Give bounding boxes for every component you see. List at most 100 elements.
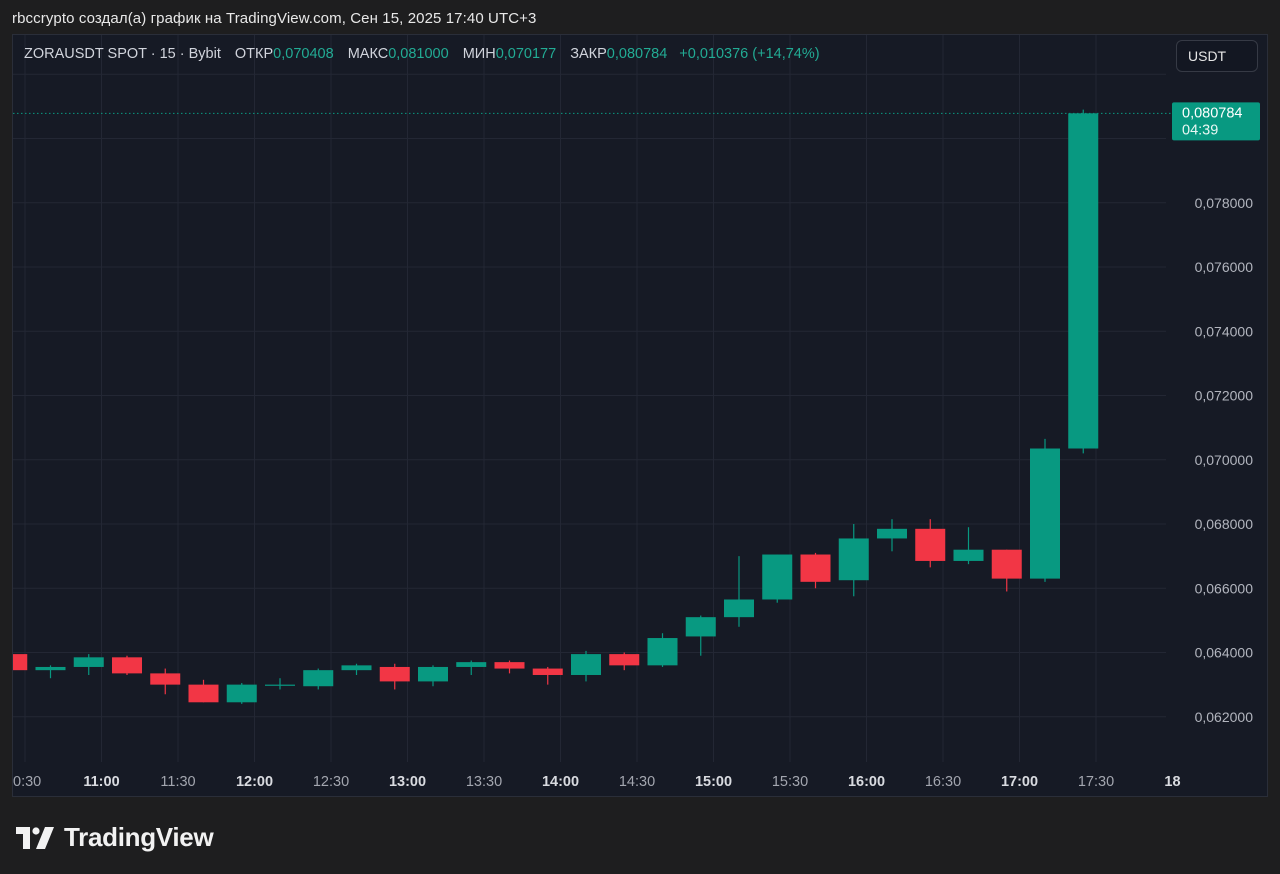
candle-body (838, 538, 869, 581)
candle-body (303, 670, 334, 687)
time-tick-label: 15:30 (772, 774, 808, 790)
candle-up (647, 633, 678, 667)
time-tick-label: 17:00 (1001, 774, 1038, 790)
ohlc-legend: ZORAUSDT SPOT · 15 · Bybit ОТКР0,070408 … (24, 46, 820, 62)
candle-body (915, 528, 946, 561)
currency-button[interactable]: USDT (1176, 40, 1258, 72)
candle-body (685, 617, 716, 637)
candle-up (953, 527, 984, 565)
price-tick-label: 0,072000 (1195, 388, 1254, 404)
candle-body (379, 666, 410, 682)
open-value: 0,070408 (273, 46, 334, 62)
last-price-label: 0,080784 (1182, 105, 1242, 121)
time-axis: 0:30 11:00 11:30 12:00 12:30 13:00 13:30 14:00 1… (13, 774, 1181, 790)
candle-body (265, 684, 295, 686)
price-tick-label: 0,078000 (1195, 195, 1254, 211)
candle-down (532, 666, 563, 685)
candle-countdown-label: 04:39 (1182, 122, 1218, 138)
candle-up (418, 665, 448, 687)
time-tick-label: 11:00 (83, 774, 119, 790)
high-value: 0,081000 (388, 46, 449, 62)
candle-body (112, 657, 142, 674)
candle-down (915, 519, 946, 568)
candle-body (762, 554, 793, 600)
candle-up (303, 668, 334, 690)
candle-body (150, 673, 181, 685)
candle-body (341, 665, 372, 671)
candle-body (877, 528, 907, 539)
candle-up (1030, 438, 1060, 582)
price-axis: 0,062000 0,064000 0,066000 0,068000 0,070000… (1195, 195, 1254, 725)
symbol-label: ZORAUSDT SPOT · 15 · Bybit (24, 46, 221, 62)
candle-body (609, 654, 640, 666)
price-tick-label: 0,068000 (1195, 516, 1254, 532)
candle-down (800, 552, 831, 589)
time-tick-label: 11:30 (160, 774, 195, 790)
time-tick-label: 15:00 (695, 774, 732, 790)
candle-down (494, 660, 525, 674)
candle-body (494, 662, 525, 669)
tradingview-logo: TradingView (16, 822, 214, 853)
candle-down (991, 549, 1022, 592)
candle-body (418, 666, 448, 682)
candle-body (188, 684, 219, 703)
low-value: 0,070177 (495, 46, 557, 62)
candle-up (456, 660, 487, 675)
price-tick-label: 0,066000 (1195, 580, 1254, 596)
candlestick-chart[interactable]: 0,062000 0,064000 0,066000 0,068000 0,070000… (0, 0, 1280, 874)
candle-body (724, 599, 754, 618)
price-tick-label: 0,074000 (1195, 323, 1254, 339)
candle-up (341, 663, 372, 675)
time-tick-label: 16:00 (848, 774, 885, 790)
candle-up (762, 554, 793, 603)
time-tick-label: 16:30 (925, 774, 961, 790)
candle-down (609, 652, 640, 671)
price-tick-label: 0,070000 (1195, 452, 1254, 468)
time-tick-label: 13:00 (389, 774, 426, 790)
candle-body (991, 549, 1022, 579)
candle-up (73, 654, 104, 675)
candle-body (226, 684, 257, 703)
candle-body (13, 654, 28, 671)
candle-body (1068, 113, 1099, 449)
candle-down (112, 655, 142, 675)
low-label: МИН (462, 46, 496, 62)
change-value: +0,010376 (+14,74%) (679, 46, 820, 62)
candle-body (953, 549, 984, 561)
candle-up (724, 556, 754, 627)
candle-body (73, 657, 104, 667)
chart-grid (13, 35, 1166, 762)
candle-down (150, 668, 181, 695)
candle-down (188, 679, 219, 703)
time-tick-label: 12:30 (313, 774, 349, 790)
candle-up (838, 524, 869, 597)
candle-body (571, 654, 601, 675)
candle-down (13, 654, 28, 671)
high-label: МАКС (347, 46, 389, 62)
close-label: ЗАКР (570, 46, 607, 62)
candle-body (35, 666, 66, 671)
candle-up (226, 683, 257, 704)
candle-body (800, 554, 831, 582)
candle-up (1068, 109, 1099, 454)
time-tick-label: 13:30 (466, 774, 502, 790)
candle-body (456, 662, 487, 667)
candle-body (1030, 448, 1060, 579)
candle-up (35, 665, 66, 679)
candles (13, 109, 1099, 704)
tradingview-logo-icon (16, 826, 54, 849)
price-tick-label: 0,064000 (1195, 645, 1254, 661)
price-tick-label: 0,062000 (1195, 709, 1254, 725)
candle-up (685, 615, 716, 656)
price-tick-label: 0,076000 (1195, 259, 1254, 275)
candle-down (379, 663, 410, 690)
time-tick-label: 12:00 (236, 774, 273, 790)
close-value: 0,080784 (606, 46, 668, 62)
candle-body (647, 638, 678, 666)
time-tick-label: 17:30 (1078, 774, 1114, 790)
open-label: ОТКР (234, 46, 274, 62)
candle-up (571, 650, 601, 682)
brand-name: TradingView (64, 822, 214, 852)
time-tick-label: 14:30 (619, 774, 655, 790)
candle-body (532, 668, 563, 675)
